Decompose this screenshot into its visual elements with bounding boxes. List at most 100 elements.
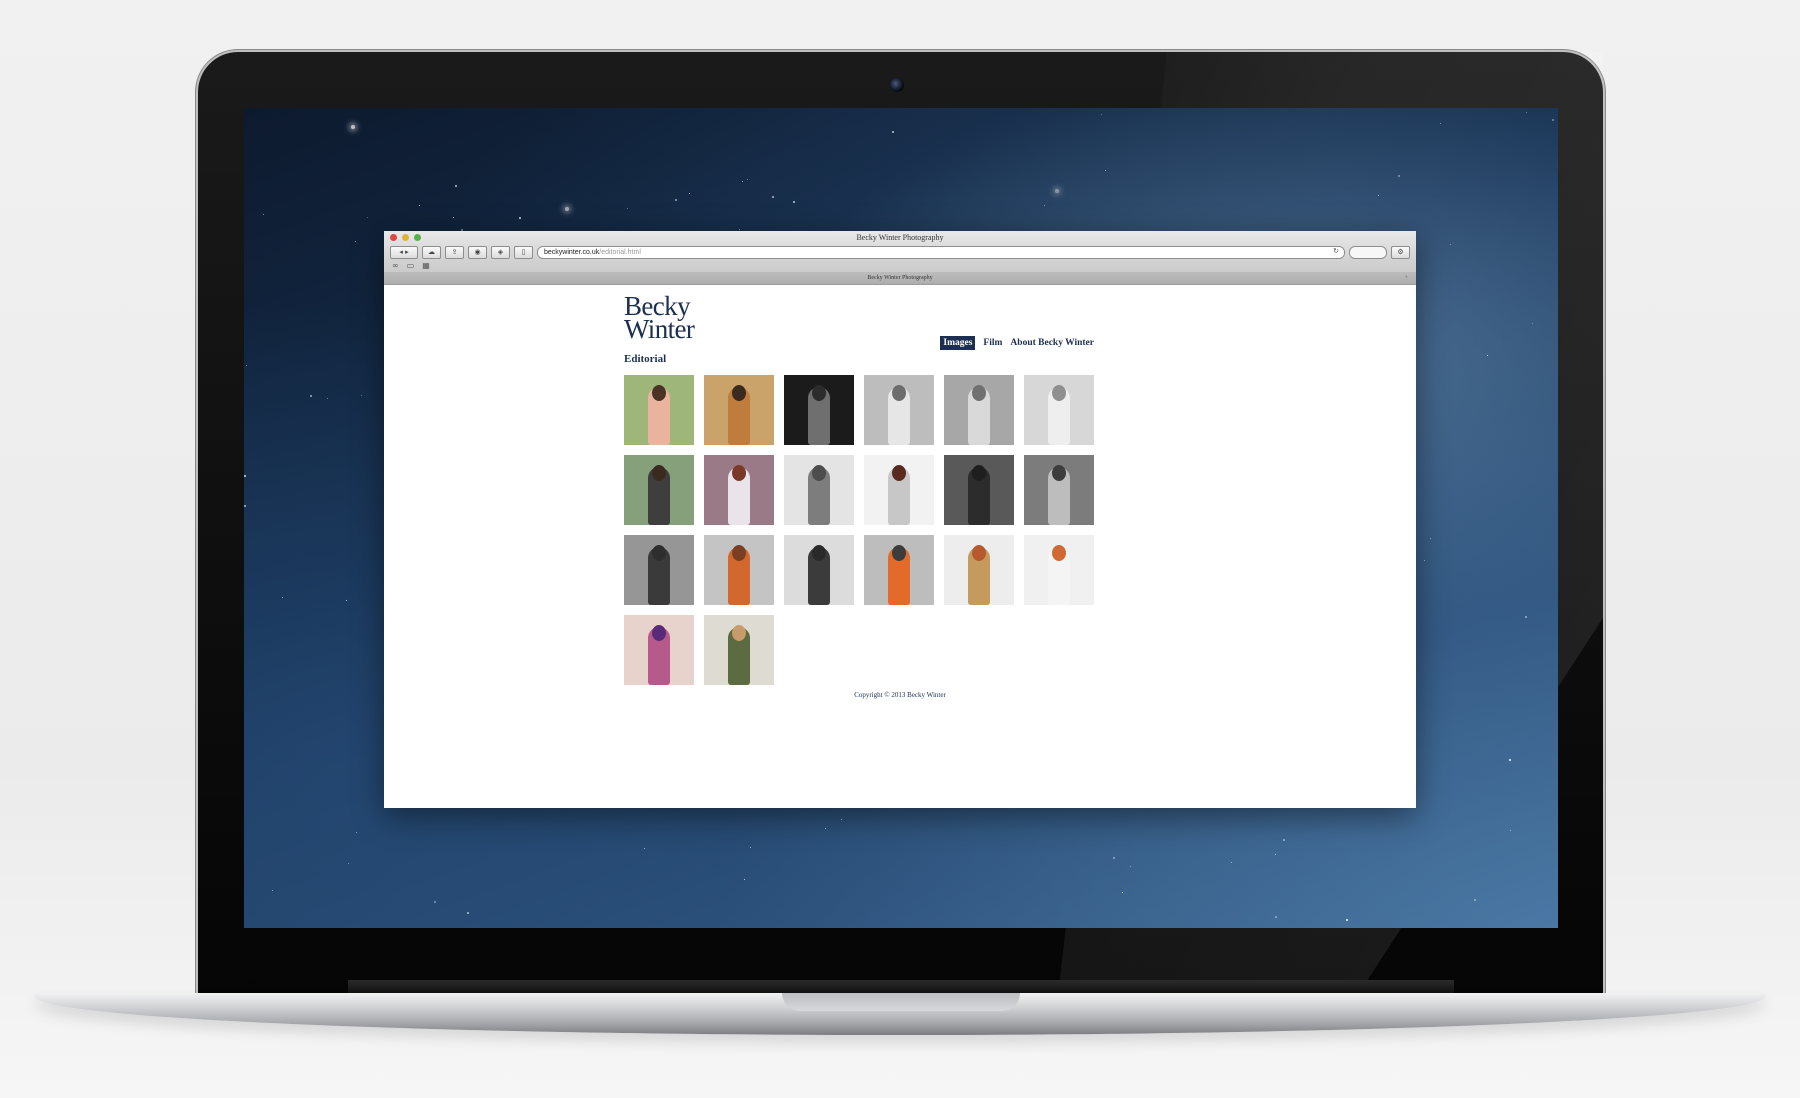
share-icon[interactable]: ⇪	[445, 245, 464, 259]
photo-head	[732, 625, 746, 641]
gallery-thumbnail[interactable]	[704, 375, 774, 445]
photo-gallery	[624, 375, 1094, 685]
gallery-thumbnail[interactable]	[704, 615, 774, 685]
star	[739, 229, 740, 230]
star	[1105, 170, 1106, 171]
photo-head	[652, 385, 666, 401]
reload-icon[interactable]: ↻	[1333, 247, 1339, 255]
star	[467, 912, 469, 914]
gallery-thumbnail[interactable]	[784, 375, 854, 445]
bookmarks-icon[interactable]: ▭	[407, 261, 415, 270]
star	[744, 879, 745, 880]
star	[310, 395, 312, 397]
bookmarks-bar: ∞ ▭ ▦	[392, 261, 430, 270]
star	[1474, 899, 1476, 901]
gallery-thumbnail[interactable]	[784, 455, 854, 525]
star	[1487, 355, 1488, 356]
gallery-thumbnail[interactable]	[944, 535, 1014, 605]
gallery-thumbnail[interactable]	[1024, 535, 1094, 605]
back-forward-button[interactable]: ◂ ▸	[390, 245, 418, 259]
star	[419, 205, 420, 206]
star	[355, 241, 356, 242]
sidebar-icon[interactable]: ◉	[468, 245, 487, 259]
tab-title[interactable]: Becky Winter Photography	[867, 275, 932, 281]
gallery-thumbnail[interactable]	[624, 615, 694, 685]
nav-link-film[interactable]: Film	[983, 338, 1002, 348]
star	[263, 214, 264, 215]
star	[367, 217, 368, 218]
camera-icon	[890, 78, 904, 92]
gallery-thumbnail[interactable]	[944, 455, 1014, 525]
star	[825, 828, 826, 829]
star	[1509, 759, 1511, 761]
star	[750, 847, 751, 848]
star	[327, 398, 328, 399]
gallery-thumbnail[interactable]	[864, 455, 934, 525]
browser-window: Becky Winter Photography ◂ ▸ ☁ ⇪ ◉ ◈ ▯ b…	[384, 231, 1416, 808]
gallery-thumbnail[interactable]	[1024, 375, 1094, 445]
photo-head	[732, 465, 746, 481]
new-tab-icon[interactable]: +	[1405, 272, 1408, 284]
search-input[interactable]	[1349, 245, 1387, 259]
site-logo[interactable]: Becky Winter	[624, 293, 744, 343]
star	[1430, 538, 1431, 539]
star	[1113, 857, 1115, 859]
gallery-thumbnail[interactable]	[624, 535, 694, 605]
gallery-thumbnail[interactable]	[704, 535, 774, 605]
gallery-thumbnail[interactable]	[704, 455, 774, 525]
photo-head	[1052, 465, 1066, 481]
address-path: /editorial.html	[599, 248, 641, 256]
star	[841, 819, 842, 820]
photo-head	[812, 385, 826, 401]
gallery-thumbnail[interactable]	[944, 375, 1014, 445]
star	[272, 890, 273, 891]
star	[1044, 205, 1045, 206]
photo-head	[732, 385, 746, 401]
address-bar[interactable]: beckywinter.co.uk/editorial.html ↻	[537, 245, 1345, 259]
star	[246, 365, 247, 366]
tab-bar: Becky Winter Photography +	[384, 272, 1416, 284]
star	[1378, 195, 1379, 196]
add-page-icon[interactable]: ▯	[514, 245, 533, 259]
gallery-thumbnail[interactable]	[624, 375, 694, 445]
star	[455, 185, 457, 187]
nav-link-images[interactable]: Images	[940, 336, 976, 350]
photo-head	[1052, 385, 1066, 401]
star	[348, 863, 349, 864]
gallery-thumbnail[interactable]	[784, 535, 854, 605]
photo-head	[652, 545, 666, 561]
star	[644, 848, 645, 849]
star	[282, 597, 283, 598]
photo-head	[892, 385, 906, 401]
star	[346, 600, 347, 601]
star	[565, 207, 569, 211]
photo-head	[892, 465, 906, 481]
gallery-thumbnail[interactable]	[864, 375, 934, 445]
star	[244, 475, 246, 477]
star	[689, 193, 690, 194]
gallery-thumbnail[interactable]	[1024, 455, 1094, 525]
photo-head	[812, 545, 826, 561]
nav-link-about-becky-winter[interactable]: About Becky Winter	[1010, 338, 1094, 348]
settings-icon[interactable]: ⚙	[1391, 245, 1410, 259]
star	[1283, 839, 1285, 841]
star	[892, 131, 894, 133]
browser-toolbar: Becky Winter Photography ◂ ▸ ☁ ⇪ ◉ ◈ ▯ b…	[384, 231, 1416, 285]
gallery-thumbnail[interactable]	[624, 455, 694, 525]
star	[1231, 862, 1232, 863]
web-page: Becky Winter Images Film About Becky Winte…	[384, 285, 1416, 808]
address-domain: beckywinter.co.uk	[544, 248, 600, 256]
reading-list-icon[interactable]: ∞	[392, 261, 399, 270]
gallery-thumbnail[interactable]	[864, 535, 934, 605]
top-sites-icon[interactable]: ▦	[422, 261, 430, 270]
star	[675, 199, 677, 201]
icloud-icon[interactable]: ☁	[422, 245, 441, 259]
star	[1532, 323, 1533, 324]
extension-icon[interactable]: ◈	[491, 245, 510, 259]
star	[1510, 830, 1511, 831]
site-container: Becky Winter Images Film About Becky Winte…	[624, 293, 1094, 685]
photo-head	[812, 465, 826, 481]
window-title: Becky Winter Photography	[856, 233, 944, 242]
star	[356, 832, 357, 833]
star	[1346, 919, 1348, 921]
